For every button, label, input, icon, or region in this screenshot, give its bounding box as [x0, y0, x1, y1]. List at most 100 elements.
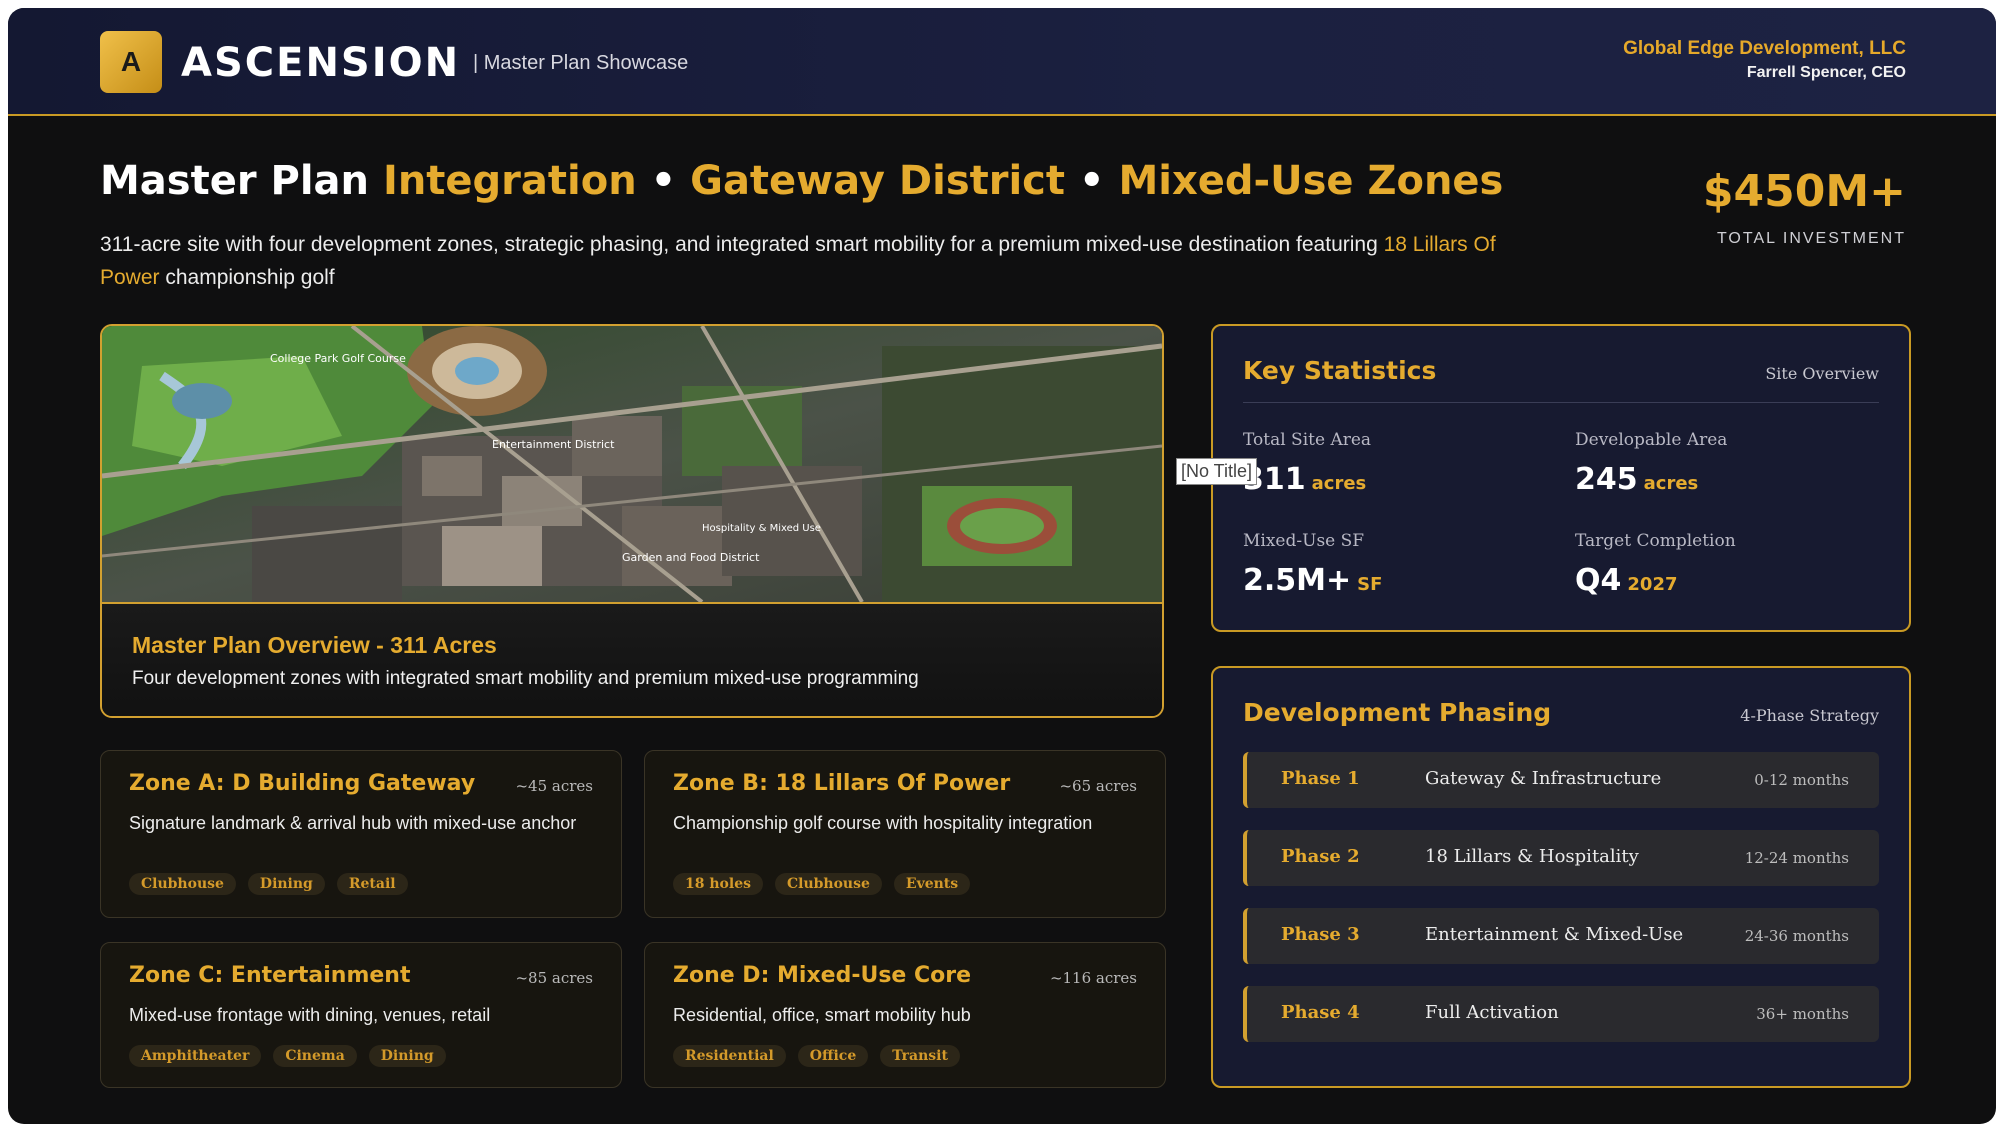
- zone-tags: Clubhouse Dining Retail: [129, 873, 408, 895]
- zone-description: Mixed-use frontage with dining, venues, …: [129, 1005, 491, 1025]
- app-frame: A ASCENSION | Master Plan Showcase Globa…: [8, 8, 1996, 1124]
- stat-unit: acres: [1643, 473, 1699, 494]
- master-plan-title: Master Plan Overview - 311 Acres: [132, 632, 497, 658]
- zone-tag: Dining: [368, 1045, 446, 1067]
- zone-tags: Amphitheater Cinema Dining: [129, 1045, 446, 1067]
- stat-total-site-area: Total Site Area 311 acres: [1243, 430, 1543, 497]
- tooltip: [No Title]: [1176, 458, 1258, 485]
- title-part-2: Integration: [382, 158, 637, 204]
- zone-description: Signature landmark & arrival hub with mi…: [129, 813, 577, 833]
- phase-name: Phase 2: [1281, 846, 1360, 867]
- zone-title: Zone D: Mixed-Use Core: [673, 963, 972, 988]
- map-label-entertainment: Entertainment District: [492, 438, 615, 451]
- zone-tag: Cinema: [273, 1045, 357, 1067]
- zone-acres: ~65 acres: [1059, 777, 1137, 795]
- title-part-1: Master Plan: [100, 158, 383, 204]
- zone-tag: Clubhouse: [774, 873, 882, 895]
- stat-developable-area: Developable Area 245 acres: [1575, 430, 1875, 497]
- company-name: Global Edge Development, LLC: [1623, 38, 1906, 59]
- phase-duration: 12-24 months: [1744, 849, 1849, 867]
- zone-card-a[interactable]: Zone A: D Building Gateway ~45 acres Sig…: [100, 750, 622, 918]
- phase-row-2[interactable]: Phase 2 18 Lillars & Hospitality 12-24 m…: [1243, 830, 1879, 886]
- zone-title: Zone A: D Building Gateway: [129, 771, 476, 796]
- zone-card-d[interactable]: Zone D: Mixed-Use Core ~116 acres Reside…: [644, 942, 1166, 1088]
- stat-number: Q4: [1575, 563, 1622, 598]
- stat-mixed-use-sf: Mixed-Use SF 2.5M+ SF: [1243, 531, 1543, 598]
- ceo-name: Farrell Spencer, CEO: [1746, 64, 1906, 81]
- title-part-3: Gateway District: [690, 158, 1066, 204]
- phase-description: 18 Lillars & Hospitality: [1425, 846, 1639, 867]
- phase-name: Phase 3: [1281, 924, 1360, 945]
- top-header: A ASCENSION | Master Plan Showcase Globa…: [8, 8, 1996, 116]
- master-plan-card[interactable]: College Park Golf Course Entertainment D…: [100, 324, 1164, 718]
- panel-title: Development Phasing: [1243, 698, 1552, 727]
- zone-card-b[interactable]: Zone B: 18 Lillars Of Power ~65 acres Ch…: [644, 750, 1166, 918]
- zone-tag: Dining: [247, 873, 325, 895]
- phase-row-1[interactable]: Phase 1 Gateway & Infrastructure 0-12 mo…: [1243, 752, 1879, 808]
- title-part-4: Mixed-Use Zones: [1118, 158, 1504, 204]
- phase-row-3[interactable]: Phase 3 Entertainment & Mixed-Use 24-36 …: [1243, 908, 1879, 964]
- page-title: Master Plan Integration • Gateway Distri…: [100, 158, 1503, 204]
- zone-acres: ~45 acres: [515, 777, 593, 795]
- stat-value: 311 acres: [1243, 462, 1543, 497]
- title-separator-1: •: [636, 158, 691, 204]
- phase-row-4[interactable]: Phase 4 Full Activation 36+ months: [1243, 986, 1879, 1042]
- zone-tag: Residential: [673, 1045, 786, 1067]
- zone-tag: Transit: [880, 1045, 960, 1067]
- title-separator-2: •: [1065, 158, 1119, 204]
- phase-description: Full Activation: [1425, 1002, 1559, 1023]
- phase-duration: 36+ months: [1756, 1005, 1849, 1023]
- brand-subtitle: | Master Plan Showcase: [473, 52, 689, 74]
- desc-text-2: championship golf: [159, 266, 335, 289]
- phase-description: Gateway & Infrastructure: [1425, 768, 1662, 789]
- zone-tag: Clubhouse: [129, 873, 236, 895]
- stat-value: 245 acres: [1575, 462, 1875, 497]
- zone-title: Zone B: 18 Lillars Of Power: [673, 771, 1011, 796]
- panel-tag: 4-Phase Strategy: [1740, 706, 1879, 725]
- stat-target-completion: Target Completion Q4 2027: [1575, 531, 1875, 598]
- map-label-garden: Garden and Food District: [622, 551, 760, 564]
- master-plan-caption: Master Plan Overview - 311 Acres Four de…: [102, 602, 1162, 716]
- logo-icon: A: [100, 31, 162, 93]
- phase-name: Phase 4: [1281, 1002, 1360, 1023]
- phase-name: Phase 1: [1281, 768, 1360, 789]
- zone-tags: Residential Office Transit: [673, 1045, 960, 1067]
- zone-tags: 18 holes Clubhouse Events: [673, 873, 971, 895]
- zone-acres: ~85 acres: [515, 969, 593, 987]
- stat-value: 2.5M+ SF: [1243, 563, 1543, 598]
- zone-tag: Retail: [336, 873, 408, 895]
- stat-value: Q4 2027: [1575, 563, 1875, 598]
- stat-label: Developable Area: [1575, 430, 1728, 450]
- panel-tag: Site Overview: [1765, 364, 1879, 383]
- stat-unit: 2027: [1627, 574, 1678, 595]
- master-plan-aerial-image: College Park Golf Course Entertainment D…: [102, 326, 1162, 602]
- phase-description: Entertainment & Mixed-Use: [1425, 924, 1684, 945]
- zone-acres: ~116 acres: [1049, 969, 1137, 987]
- phase-duration: 0-12 months: [1754, 771, 1849, 789]
- stat-unit: acres: [1311, 473, 1367, 494]
- page-description: 311-acre site with four development zone…: [100, 228, 1500, 294]
- map-label-golf: College Park Golf Course: [270, 352, 406, 365]
- map-label-hospitality: Hospitality & Mixed Use: [702, 523, 821, 534]
- desc-text-1: 311-acre site with four development zone…: [100, 233, 1384, 256]
- stat-label: Target Completion: [1575, 531, 1736, 551]
- stat-number: 2.5M+: [1243, 563, 1352, 598]
- investment-value: $450M+: [1702, 166, 1906, 217]
- stat-label: Total Site Area: [1243, 430, 1372, 450]
- phase-duration: 24-36 months: [1744, 927, 1849, 945]
- brand-name: ASCENSION: [181, 40, 461, 86]
- development-phasing-panel: Development Phasing 4-Phase Strategy Pha…: [1211, 666, 1911, 1088]
- panel-title: Key Statistics: [1243, 356, 1437, 385]
- key-statistics-panel: Key Statistics Site Overview Total Site …: [1211, 324, 1911, 632]
- zone-title: Zone C: Entertainment: [129, 963, 411, 988]
- stat-label: Mixed-Use SF: [1243, 531, 1365, 551]
- zone-tag: Amphitheater: [129, 1045, 262, 1067]
- master-plan-description: Four development zones with integrated s…: [132, 668, 919, 689]
- zone-description: Championship golf course with hospitalit…: [673, 813, 1093, 833]
- stat-number: 245: [1575, 462, 1638, 497]
- zone-tag: Events: [893, 873, 971, 895]
- investment-label: TOTAL INVESTMENT: [1716, 230, 1906, 247]
- zone-tag: 18 holes: [673, 873, 763, 895]
- stat-unit: SF: [1357, 574, 1383, 595]
- zone-card-c[interactable]: Zone C: Entertainment ~85 acres Mixed-us…: [100, 942, 622, 1088]
